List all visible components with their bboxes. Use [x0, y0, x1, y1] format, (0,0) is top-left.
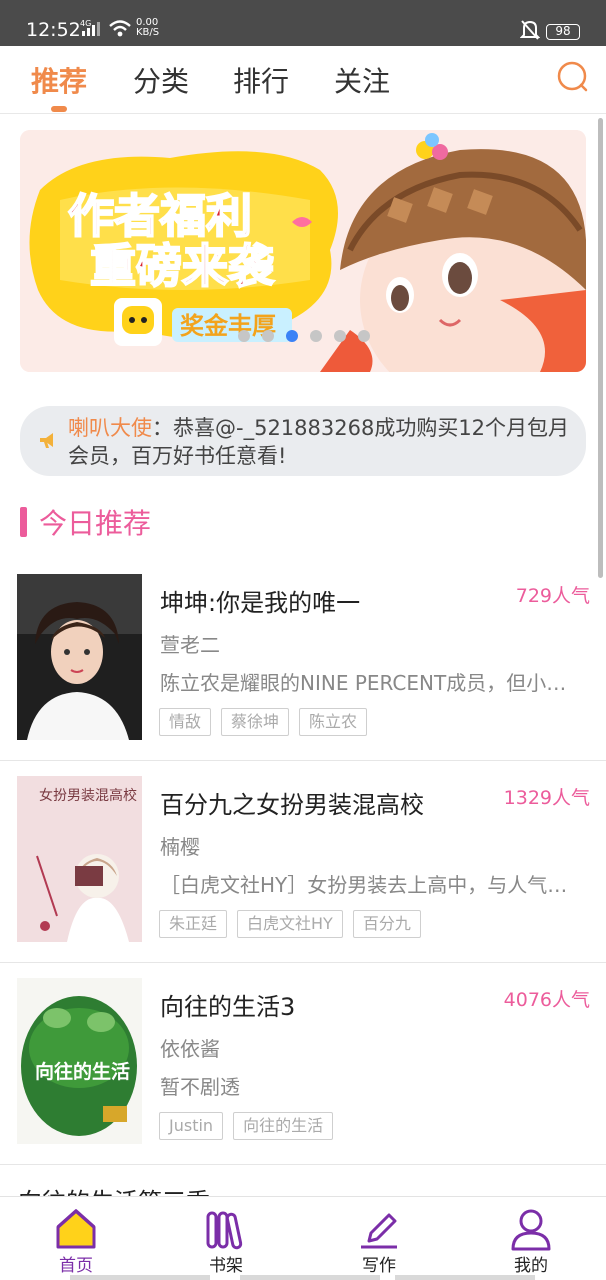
- top-tab-bar: 推荐 分类 排行 关注: [0, 46, 606, 114]
- book-item[interactable]: 坤坤:你是我的唯一 729人气 萱老二 陈立农是耀眼的NINE PERCENT成…: [0, 559, 606, 761]
- tab-recommend[interactable]: 推荐: [31, 60, 87, 100]
- nav-bookshelf-label: 书架: [209, 1256, 243, 1276]
- cover-title: 女扮男装混高校: [39, 787, 137, 804]
- megaphone-icon: [40, 433, 53, 448]
- nav-profile[interactable]: 我的: [481, 1197, 581, 1280]
- pen-icon: [361, 1213, 397, 1249]
- book-tag[interactable]: 情敌: [159, 708, 212, 736]
- network-speed: 0.00 KB/S: [136, 18, 159, 38]
- pagination-dot[interactable]: [286, 330, 298, 342]
- section-header: 今日推荐: [20, 504, 151, 540]
- bookshelf-icon: [206, 1211, 243, 1250]
- pagination-dot[interactable]: [310, 330, 322, 342]
- gesture-bar: [70, 1275, 210, 1280]
- speed-unit: KB/S: [136, 27, 160, 38]
- book-cover[interactable]: [17, 574, 142, 740]
- nav-write[interactable]: 写作: [329, 1197, 429, 1280]
- book-tag[interactable]: Justin: [159, 1112, 224, 1140]
- bell-muted-icon: [520, 20, 540, 40]
- nav-write-label: 写作: [362, 1256, 396, 1276]
- announcement-bar[interactable]: 喇叭大使：恭喜@-_521883268成功购买12个月包月会员，百万好书任意看!: [20, 406, 586, 476]
- tab-category[interactable]: 分类: [133, 60, 189, 100]
- network-type-label: 4G: [80, 19, 91, 28]
- nav-bookshelf[interactable]: 书架: [176, 1197, 276, 1280]
- bottom-nav: 首页 书架 写作 我的: [0, 1196, 606, 1280]
- book-cover[interactable]: 向往的生活: [17, 978, 142, 1144]
- book-title[interactable]: 百分九之女扮男装混高校: [160, 785, 424, 820]
- nav-home-label: 首页: [59, 1256, 93, 1276]
- cover-title: 向往的生活: [35, 1060, 130, 1083]
- battery-indicator: 98: [546, 24, 580, 40]
- user-icon: [511, 1209, 551, 1251]
- section-accent-bar: [20, 507, 27, 537]
- book-tag[interactable]: 百分九: [352, 910, 421, 938]
- search-icon[interactable]: [556, 60, 590, 94]
- pagination-dot[interactable]: [262, 330, 274, 342]
- book-description: 暂不剧透: [160, 1075, 240, 1099]
- status-bar: 12:52 4G 0.00 KB/S 98: [0, 0, 606, 46]
- book-popularity: 729人气: [515, 585, 590, 607]
- banner-headline-1: 作者福利: [68, 189, 252, 243]
- book-description: ［白虎文社HY］女扮男装去上高中，与人气偶像同班……: [160, 873, 584, 897]
- status-time: 12:52: [26, 19, 81, 41]
- book-title[interactable]: 坤坤:你是我的唯一: [160, 583, 360, 618]
- pagination-dot[interactable]: [238, 330, 250, 342]
- nav-profile-label: 我的: [514, 1256, 548, 1276]
- book-popularity: 1329人气: [503, 787, 590, 809]
- book-author: 萱老二: [160, 633, 220, 657]
- book-tag[interactable]: 陈立农: [299, 708, 368, 736]
- home-icon: [56, 1209, 96, 1249]
- book-tags: 朱正廷 白虎文社HY 百分九: [159, 910, 421, 938]
- book-tag[interactable]: 蔡徐坤: [221, 708, 290, 736]
- gesture-bar: [395, 1275, 535, 1280]
- banner-pagination: [238, 330, 370, 342]
- book-description: 陈立农是耀眼的NINE PERCENT成员，但小陈立农也有自己的烦恼……: [160, 671, 584, 695]
- book-item[interactable]: 女扮男装混高校 百分九之女扮男装混高校 1329人气 楠樱 ［白虎文社HY］女扮…: [0, 761, 606, 963]
- pagination-dot[interactable]: [358, 330, 370, 342]
- book-cover[interactable]: 女扮男装混高校: [17, 776, 142, 942]
- tab-ranking[interactable]: 排行: [233, 60, 289, 100]
- book-author: 依依酱: [160, 1037, 220, 1061]
- scrollbar[interactable]: [598, 118, 603, 578]
- nav-home[interactable]: 首页: [26, 1197, 126, 1280]
- tab-follow[interactable]: 关注: [334, 60, 390, 100]
- banner-headline-2: 重磅来袭: [90, 239, 275, 293]
- announcement-sender: 喇叭大使: [68, 416, 152, 440]
- book-tags: Justin 向往的生活: [159, 1112, 334, 1140]
- wifi-icon: [109, 20, 131, 37]
- active-tab-indicator: [51, 106, 67, 112]
- cellular-signal-icon: 4G: [80, 19, 100, 36]
- pagination-dot[interactable]: [334, 330, 346, 342]
- book-author: 楠樱: [160, 835, 200, 859]
- book-tag[interactable]: 向往的生活: [233, 1112, 334, 1140]
- book-tag[interactable]: 朱正廷: [159, 910, 228, 938]
- book-item[interactable]: 向往的生活 向往的生活3 4076人气 依依酱 暂不剧透 Justin 向往的生…: [0, 963, 606, 1165]
- gesture-bar: [240, 1275, 380, 1280]
- section-title: 今日推荐: [39, 507, 152, 540]
- book-title[interactable]: 向往的生活3: [160, 987, 295, 1022]
- book-tag[interactable]: 白虎文社HY: [237, 910, 343, 938]
- book-tags: 情敌 蔡徐坤 陈立农: [159, 708, 368, 736]
- book-popularity: 4076人气: [503, 989, 590, 1011]
